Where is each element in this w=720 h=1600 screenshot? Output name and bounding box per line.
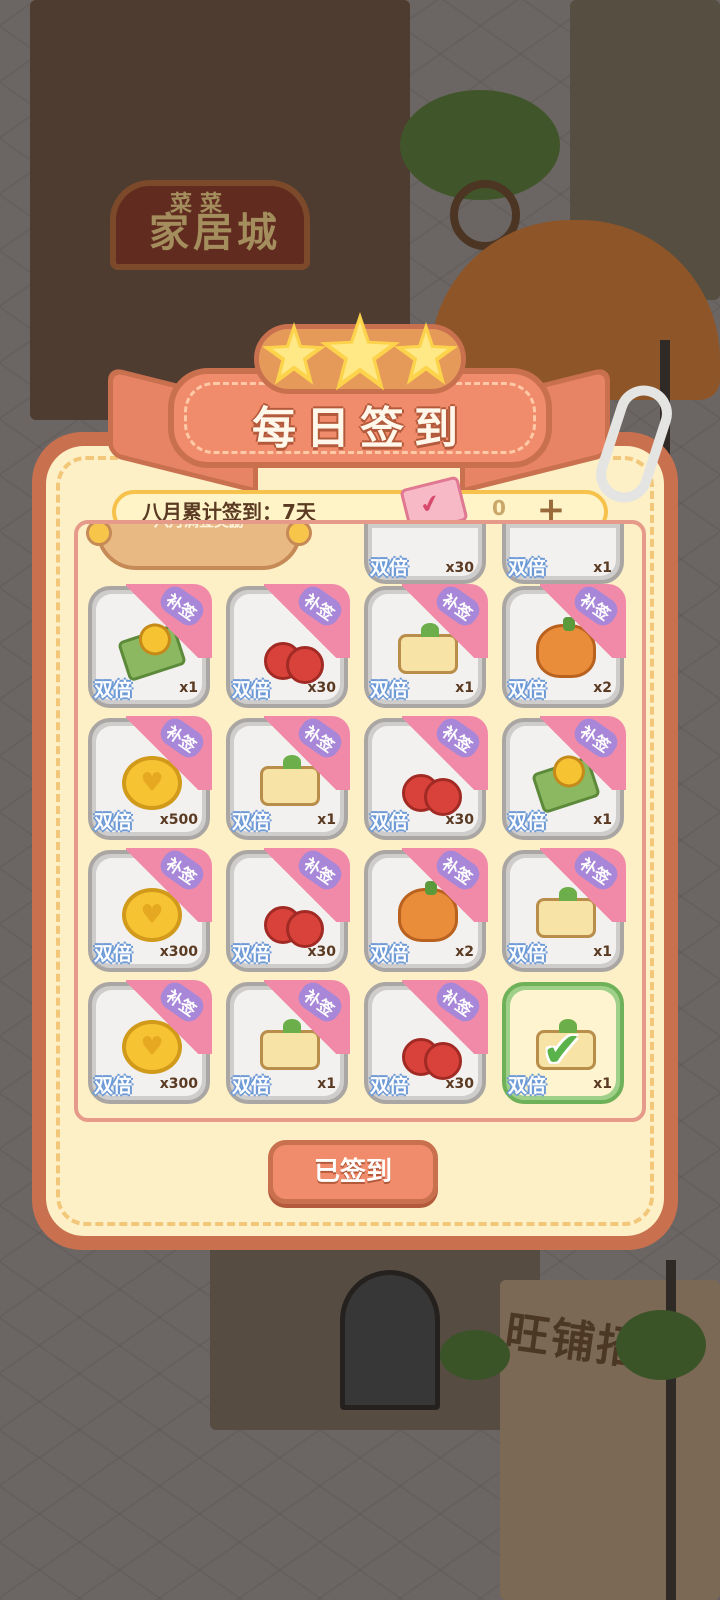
makeup-tag[interactable]: 补签 (264, 713, 350, 790)
makeup-label: 补签 (431, 581, 485, 631)
reward-qty: x30 (307, 680, 336, 696)
reward-qty: x1 (455, 680, 474, 696)
double-label: 双倍 (94, 811, 133, 833)
reward-qty: x2 (593, 680, 612, 696)
makeup-label: 补签 (293, 581, 347, 631)
double-label: 双倍 (370, 1075, 409, 1097)
reward-cell[interactable]: 补签双倍 x2 (502, 581, 626, 708)
reward-qty: x1 (317, 812, 336, 828)
signed-in-label: 已签到 (313, 1157, 392, 1187)
reward-qty: x500 (159, 812, 198, 828)
reward-qty: x1 (593, 812, 612, 828)
double-label: 双倍 (508, 811, 547, 833)
makeup-label: 补签 (569, 713, 623, 763)
reward-qty: x30 (445, 812, 474, 828)
reward-row: 补签双倍x300补签双倍x1补签双倍x30✔双倍x1 (88, 977, 640, 1106)
reward-qty: x300 (159, 944, 198, 960)
makeup-tag[interactable]: 补签 (540, 581, 626, 658)
double-label: 双倍 (232, 943, 271, 965)
signed-in-button[interactable]: 已签到 (268, 1140, 438, 1204)
makeup-tag[interactable]: 补签 (540, 845, 626, 922)
makeup-tag[interactable]: 补签 (264, 845, 350, 922)
makeup-label: 补签 (431, 845, 485, 895)
makeup-label: 补签 (431, 977, 485, 1027)
double-label: 双倍 (508, 679, 547, 701)
reward-row: 补签双倍 x500 补签双倍 x1 补签双倍 x30 补签双倍 x1 (88, 713, 640, 842)
reward-cell[interactable]: 双倍 x30 (364, 524, 486, 584)
reward-cell[interactable]: 补签双倍 x1 (502, 845, 626, 972)
reward-qty: x30 (445, 1076, 474, 1092)
double-label: 双倍 (370, 943, 409, 965)
double-label: 双倍 (94, 943, 133, 965)
reward-qty: x1 (593, 560, 612, 576)
reward-qty: x30 (445, 560, 474, 576)
double-label: 双倍 (232, 1075, 271, 1097)
double-label: 双倍 (370, 811, 409, 833)
double-label: 双倍 (370, 679, 409, 701)
makeup-tag[interactable]: 补签 (126, 581, 212, 658)
reward-qty: x2 (455, 944, 474, 960)
reward-qty: x1 (179, 680, 198, 696)
makeup-tag[interactable]: 补签 (264, 581, 350, 658)
double-label: 双倍 (508, 1075, 547, 1097)
reward-cell[interactable]: 补签双倍 x2 (364, 845, 488, 972)
makeup-tag[interactable]: 补签 (402, 713, 488, 790)
reward-cell[interactable]: 补签双倍 x30 (364, 713, 488, 840)
reward-cell[interactable]: 补签双倍 x1 (502, 713, 626, 840)
reward-cell[interactable]: 补签双倍 x300 (88, 977, 212, 1104)
makeup-label: 补签 (569, 845, 623, 895)
makeup-label: 补签 (293, 713, 347, 763)
double-label: 双倍 (94, 1075, 133, 1097)
makeup-tag[interactable]: 补签 (402, 581, 488, 658)
makeup-tag[interactable]: 补签 (126, 977, 212, 1054)
makeup-label: 补签 (155, 845, 209, 895)
double-label: 双倍 (232, 811, 271, 833)
reward-cell[interactable]: 补签双倍 x30 (226, 845, 350, 972)
makeup-label: 补签 (293, 977, 347, 1027)
makeup-tag[interactable]: 补签 (540, 713, 626, 790)
reward-row: 补签双倍 x300 补签双倍 x30 补签双倍 x2 补签双倍 x1 (88, 845, 640, 974)
reward-grid[interactable]: 八月满签奖励 双倍 x30 双倍 x1 补签 双倍 x1 补签 双倍 x30 补签 双倍 x1 补… (74, 520, 646, 1122)
reward-qty: x1 (593, 944, 612, 960)
reward-qty: x300 (159, 1076, 198, 1092)
reward-cell[interactable]: 补签双倍 x1 (88, 581, 212, 708)
makeup-tag[interactable]: 补签 (402, 977, 488, 1054)
dialog-title: 每日签到 (252, 403, 468, 454)
reward-row: 补签双倍 x1 补签双倍 x30 补签双倍 x1 补签双倍 x2 (88, 581, 640, 710)
makeup-label: 补签 (155, 713, 209, 763)
makeup-label: 补签 (155, 977, 209, 1027)
reward-cell[interactable]: 补签双倍 x300 (88, 845, 212, 972)
makeup-tag[interactable]: 补签 (264, 977, 350, 1054)
reward-cell[interactable]: 补签双倍 x30 (226, 581, 350, 708)
double-label: 双倍 (508, 943, 547, 965)
reward-qty: x1 (593, 1076, 612, 1092)
double-label: 双倍 (508, 557, 547, 579)
double-label: 双倍 (370, 557, 409, 579)
double-label: 双倍 (94, 679, 133, 701)
reward-qty: x30 (307, 944, 336, 960)
reward-cell[interactable]: 补签双倍 x1 (226, 713, 350, 840)
makeup-tag[interactable]: 补签 (126, 845, 212, 922)
makeup-label: 补签 (293, 845, 347, 895)
reward-qty: x1 (317, 1076, 336, 1092)
makeup-tag[interactable]: 补签 (402, 845, 488, 922)
reward-cell[interactable]: 双倍 x1 (502, 524, 624, 584)
makeup-label: 补签 (431, 713, 485, 763)
reward-cell-signed[interactable]: ✔ 双倍 x1 (502, 982, 624, 1104)
makeup-tag[interactable]: 补签 (126, 713, 212, 790)
checkmark-icon: ✔ (542, 1022, 583, 1078)
reward-cell[interactable]: 补签双倍 x1 (364, 581, 488, 708)
makeup-label: 补签 (155, 581, 209, 631)
makeup-label: 补签 (569, 581, 623, 631)
reward-cell[interactable]: 补签双倍 x1 (226, 977, 350, 1104)
reward-cell[interactable]: 补签双倍 x500 (88, 713, 212, 840)
double-label: 双倍 (232, 679, 271, 701)
reward-cell[interactable]: 补签双倍 x30 (364, 977, 488, 1104)
makeup-ticket-count: 0 (492, 496, 506, 520)
